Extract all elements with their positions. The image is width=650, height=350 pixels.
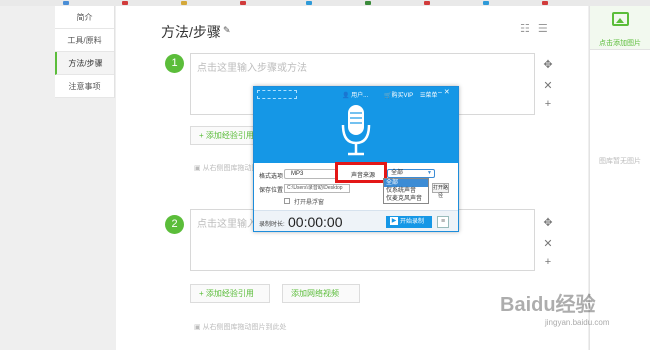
add-video-button[interactable]: 添加网络视频 (282, 284, 360, 303)
floating-window-label: 打开悬浮窗 (294, 200, 325, 206)
open-folder-button[interactable]: 打开路径 (432, 183, 449, 199)
recorder-dialog: 👤 用户... 🛒购买VIP ☰菜单 –✕ 格式选项 MP3 保存位置 C:\U… (253, 86, 459, 232)
step-number-2: 2 (165, 215, 184, 234)
empty-library-label: 图库暂无图片 (599, 158, 641, 165)
floating-window-checkbox[interactable] (284, 198, 290, 204)
nav-item-tools[interactable]: 工具/原料 (55, 29, 114, 52)
drag-hint-2: ▣ 从右侧图库拖动图片到此处 (194, 324, 287, 331)
add-ref-label-2: 添加经验引用 (205, 289, 254, 298)
sound-source-value: 全部 (391, 170, 404, 176)
watermark-url: jingyan.baidu.com (545, 318, 610, 327)
list-style-icons[interactable]: ☷☰ (520, 22, 556, 35)
tab-icon (424, 1, 430, 5)
sound-source-select[interactable]: 全部 ▼ (387, 169, 435, 178)
image-library-panel: 点击添加图片 图库暂无图片 (589, 6, 650, 350)
tab-icon (306, 1, 312, 5)
tab-icon (483, 1, 489, 5)
move-icon[interactable]: ✥ (542, 58, 554, 71)
tab-icon (240, 1, 246, 5)
format-label: 格式选项 (259, 174, 284, 180)
section-title: 方法/步骤 (161, 24, 221, 40)
sound-source-option[interactable]: 仅系统声音 (384, 187, 428, 195)
nav-item-steps[interactable]: 方法/步骤 (55, 52, 114, 75)
play-icon: ▶ (390, 217, 398, 225)
add-ref-button-2[interactable]: + 添加经验引用 (190, 284, 270, 303)
nav-item-intro[interactable]: 简介 (55, 6, 114, 29)
recorder-header: 👤 用户... 🛒购买VIP ☰菜单 –✕ (254, 87, 458, 163)
watermark-logo: Baidu经验 (500, 294, 596, 316)
tab-icon (63, 1, 69, 5)
menu-label: 菜单 (425, 93, 438, 99)
sound-source-option[interactable]: 全部 (384, 179, 428, 187)
sound-source-option[interactable]: 仅麦克风声音 (384, 195, 428, 203)
section-nav: 简介 工具/原料 方法/步骤 注意事项 (55, 6, 115, 98)
add-image-button[interactable]: 点击添加图片 (590, 6, 650, 50)
save-location-label: 保存位置 (259, 188, 284, 194)
drag-hint-text-2: 从右侧图库拖动图片到此处 (202, 324, 287, 331)
sound-source-options: 全部 仅系统声音 仅麦克风声音 (383, 178, 429, 204)
step-number-1: 1 (165, 54, 184, 73)
add-icon[interactable]: + (542, 256, 554, 268)
image-icon (612, 12, 629, 26)
recording-list-icon[interactable]: ≡ (437, 216, 449, 228)
nav-item-notes[interactable]: 注意事项 (55, 75, 114, 98)
user-label: 用户... (351, 93, 369, 99)
save-path-input[interactable]: C:\Users\录音助\Desktop (284, 184, 350, 193)
step-placeholder-1: 点击这里输入步骤或方法 (197, 63, 307, 74)
user-menu[interactable]: 👤 用户... (342, 90, 368, 99)
microphone-icon (341, 105, 371, 156)
add-image-label: 点击添加图片 (599, 40, 641, 47)
menu-button[interactable]: ☰菜单 (420, 90, 437, 99)
buy-vip-link[interactable]: 🛒购买VIP (384, 90, 413, 99)
vip-label: 购买VIP (391, 93, 414, 99)
start-recording-button[interactable]: ▶ 开始录制 (386, 216, 432, 228)
tab-icon (122, 1, 128, 5)
duration-timer: 00:00:00 (288, 214, 343, 230)
move-icon[interactable]: ✥ (542, 216, 554, 229)
sound-source-label: 声音来源 (351, 173, 376, 179)
duration-label: 录制时长: (259, 222, 285, 228)
tab-icon (365, 1, 371, 5)
tab-icon (181, 1, 187, 5)
sound-source-highlight: 声音来源 (335, 162, 387, 183)
start-recording-label: 开始录制 (400, 219, 425, 225)
delete-icon[interactable]: ✕ (542, 237, 554, 250)
window-controls[interactable]: –✕ (438, 88, 452, 96)
recorder-footer: 录制时长: 00:00:00 ▶ 开始录制 ≡ (254, 210, 458, 231)
tab-icon (542, 1, 548, 5)
add-ref-label-1: 添加经验引用 (205, 131, 254, 140)
recorder-logo-icon (257, 90, 297, 99)
format-select[interactable]: MP3 (284, 169, 340, 179)
delete-icon[interactable]: ✕ (542, 79, 554, 92)
edit-pencil-icon[interactable]: ✎ (223, 25, 231, 36)
add-icon[interactable]: + (542, 98, 554, 110)
chevron-down-icon: ▼ (427, 170, 432, 176)
